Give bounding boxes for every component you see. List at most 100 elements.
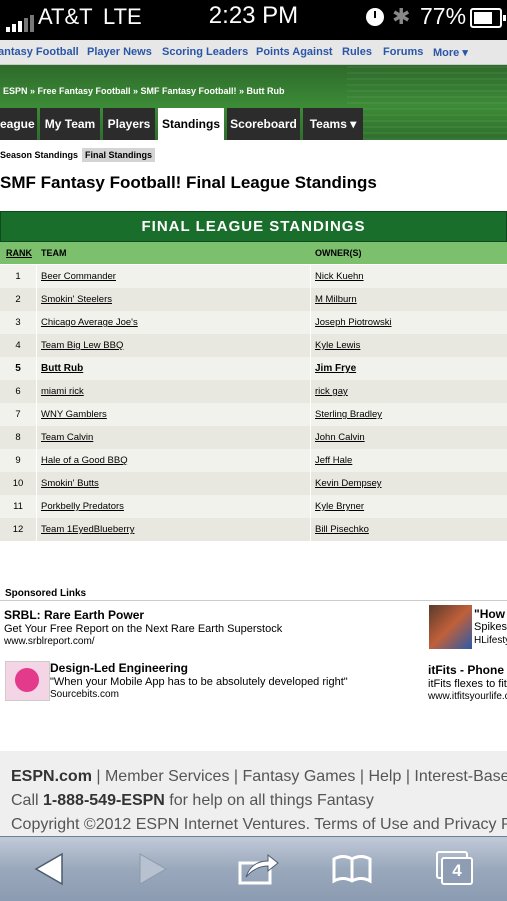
nav-more-label: More: [433, 47, 460, 59]
divider: [36, 334, 37, 357]
owner-link[interactable]: Bill Pisechko: [315, 524, 369, 535]
app-logo-icon: [15, 668, 39, 692]
team-link[interactable]: WNY Gamblers: [41, 409, 107, 420]
rank-cell: 11: [13, 501, 23, 512]
divider: [36, 380, 37, 403]
breadcrumb[interactable]: ESPN » Free Fantasy Football » SMF Fanta…: [3, 86, 285, 96]
footer-copyright: Copyright ©2012 ESPN Internet Ventures. …: [11, 816, 507, 833]
footer-phone[interactable]: 1-888-549-ESPN: [43, 792, 165, 809]
divider: [36, 288, 37, 311]
table-row: 9 Hale of a Good BBQ Jeff Hale: [0, 449, 507, 472]
ad-1-url[interactable]: www.srblreport.com/: [4, 636, 95, 647]
owner-link[interactable]: Jeff Hale: [315, 455, 352, 466]
owner-link[interactable]: Sterling Bradley: [315, 409, 382, 420]
table-row: 2 Smokin' Steelers M Milburn: [0, 288, 507, 311]
divider: [310, 518, 311, 541]
divider: [36, 472, 37, 495]
owner-link[interactable]: rick gay: [315, 386, 348, 397]
owner-link[interactable]: Kevin Dempsey: [315, 478, 382, 489]
forward-arrow-icon[interactable]: [132, 849, 172, 889]
divider: [36, 403, 37, 426]
rank-cell: 3: [15, 317, 21, 328]
rank-cell: 4: [15, 340, 21, 351]
team-link[interactable]: Smokin' Steelers: [41, 294, 112, 305]
tabs-count: 4: [441, 857, 473, 885]
back-arrow-icon[interactable]: [30, 849, 70, 889]
top-nav: antasy Football Player News Scoring Lead…: [0, 40, 507, 65]
nav-fantasy-football[interactable]: antasy Football: [0, 46, 79, 58]
ad-1-text: Get Your Free Report on the Next Rare Ea…: [4, 623, 283, 635]
ad-4-url[interactable]: www.itfitsyourlife.c: [428, 691, 507, 702]
nav-player-news[interactable]: Player News: [87, 46, 152, 58]
divider: [36, 449, 37, 472]
subtab-season-standings[interactable]: Season Standings: [0, 150, 78, 160]
ad-3-title[interactable]: "How: [474, 607, 505, 621]
divider: [36, 518, 37, 541]
divider: [36, 357, 37, 380]
divider: [310, 380, 311, 403]
ad-4-title[interactable]: itFits - Phone A: [428, 663, 507, 677]
owner-link[interactable]: Kyle Lewis: [315, 340, 360, 351]
team-link[interactable]: Porkbelly Predators: [41, 501, 124, 512]
divider: [310, 426, 311, 449]
nav-more[interactable]: More ▾: [433, 46, 468, 59]
battery-icon: [470, 8, 506, 28]
footer-links[interactable]: | Member Services | Fantasy Games | Help…: [92, 768, 507, 785]
tabs-button[interactable]: 4: [433, 851, 473, 885]
owner-link[interactable]: Joseph Piotrowski: [315, 317, 392, 328]
team-link[interactable]: Smokin' Butts: [41, 478, 99, 489]
divider: [36, 265, 37, 288]
nav-rules[interactable]: Rules: [342, 46, 372, 58]
tab-standings[interactable]: Standings: [158, 108, 224, 140]
header-pattern: [347, 65, 507, 140]
browser-toolbar: 4: [0, 836, 507, 901]
ad-3-text: Spikes: [474, 621, 507, 633]
bluetooth-icon: ✱: [392, 4, 411, 29]
header-team: TEAM: [41, 248, 67, 258]
ad-2-url[interactable]: Sourcebits.com: [50, 689, 119, 700]
owner-link[interactable]: Kyle Bryner: [315, 501, 364, 512]
alarm-icon: [366, 8, 384, 26]
table-body: 1 Beer Commander Nick Kuehn 2 Smokin' Steele…: [0, 265, 507, 541]
ad-3-image[interactable]: [429, 605, 472, 649]
tab-teams[interactable]: Teams ▾: [303, 108, 363, 140]
ad-2-logo[interactable]: [5, 661, 50, 701]
nav-scoring-leaders[interactable]: Scoring Leaders: [162, 46, 248, 58]
owner-link[interactable]: M Milburn: [315, 294, 357, 305]
subtab-final-standings[interactable]: Final Standings: [82, 148, 156, 162]
owner-link[interactable]: Nick Kuehn: [315, 271, 364, 282]
team-link[interactable]: miami rick: [41, 386, 84, 397]
team-link[interactable]: Team Calvin: [41, 432, 93, 443]
rank-cell: 7: [15, 409, 21, 420]
owner-link[interactable]: Jim Frye: [315, 363, 356, 374]
footer-espn-link[interactable]: ESPN.com: [11, 768, 92, 785]
tab-scoreboard[interactable]: Scoreboard: [227, 108, 300, 140]
team-link[interactable]: Hale of a Good BBQ: [41, 455, 128, 466]
footer-help-text: for help on all things Fantasy: [164, 792, 374, 809]
nav-points-against[interactable]: Points Against: [256, 46, 333, 58]
table-row: 6 miami rick rick gay: [0, 380, 507, 403]
table-row: 4 Team Big Lew BBQ Kyle Lewis: [0, 334, 507, 357]
ad-2-title[interactable]: Design-Led Engineering: [50, 661, 188, 675]
page-title: SMF Fantasy Football! Final League Stand…: [0, 173, 377, 192]
team-link[interactable]: Beer Commander: [41, 271, 116, 282]
tab-league[interactable]: eague: [0, 108, 37, 140]
team-link[interactable]: Chicago Average Joe's: [41, 317, 138, 328]
nav-forums[interactable]: Forums: [383, 46, 423, 58]
share-icon[interactable]: [236, 849, 280, 889]
ad-4-text: itFits flexes to fit: [428, 678, 507, 690]
tab-players[interactable]: Players: [103, 108, 155, 140]
sponsored-header: Sponsored Links: [5, 588, 87, 599]
owner-link[interactable]: John Calvin: [315, 432, 365, 443]
caret-down-icon: ▾: [462, 47, 468, 59]
table-row: 1 Beer Commander Nick Kuehn: [0, 265, 507, 288]
bookmarks-icon[interactable]: [330, 849, 374, 889]
ad-1-title[interactable]: SRBL: Rare Earth Power: [4, 608, 144, 622]
divider: [310, 449, 311, 472]
team-link[interactable]: Team Big Lew BBQ: [41, 340, 123, 351]
team-link[interactable]: Butt Rub: [41, 363, 83, 374]
team-link[interactable]: Team 1EyedBlueberry: [41, 524, 134, 535]
header-rank[interactable]: RANK: [6, 248, 32, 258]
ad-3-url: HLifesty: [474, 635, 507, 646]
tab-my-team[interactable]: My Team: [40, 108, 100, 140]
